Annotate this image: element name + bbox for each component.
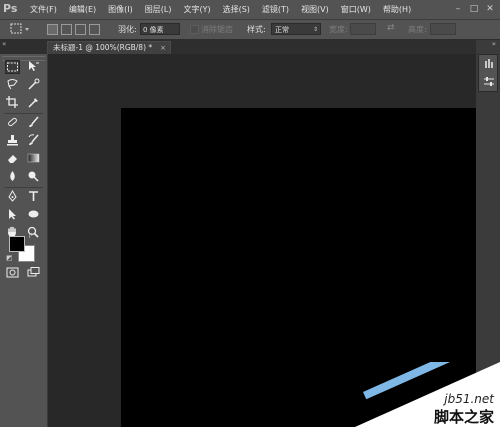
menu-type[interactable]: 文字(Y) (183, 4, 210, 15)
restore-icon[interactable]: □ (466, 2, 482, 16)
new-selection-button[interactable] (47, 24, 58, 35)
swap-colors-icon[interactable]: ↱ (28, 232, 34, 240)
menu-bar: Ps 文件(F) 编辑(E) 图像(I) 图层(L) 文字(Y) 选择(S) 滤… (0, 0, 500, 20)
width-label: 宽度: (329, 25, 348, 34)
tools-panel: ↱ ◩ (0, 54, 48, 427)
app-logo: Ps (3, 2, 18, 15)
crop-icon[interactable] (5, 96, 20, 110)
collapse-toolbar-icon[interactable]: « (2, 40, 6, 48)
menu-layer[interactable]: 图层(L) (145, 4, 172, 15)
close-tab-icon[interactable]: × (160, 42, 166, 54)
document-tab[interactable]: 未标题-1 @ 100%(RGB/8) * × (47, 41, 171, 54)
site-watermark: jb51.net 脚本之家 (355, 362, 500, 427)
menu-filter[interactable]: 滤镜(T) (262, 4, 289, 15)
shape-icon[interactable] (26, 208, 41, 222)
add-selection-button[interactable] (61, 24, 72, 35)
tool-preset-picker[interactable] (10, 23, 30, 35)
options-bar: 羽化: 0 像素 消除锯齿 样式: 正常 ⇕ 宽度: ⇄ 高度: (0, 20, 500, 40)
menu-image[interactable]: 图像(I) (108, 4, 133, 15)
menu-file[interactable]: 文件(F) (30, 4, 57, 15)
marquee-icon[interactable] (5, 60, 20, 74)
menu-window[interactable]: 窗口(W) (341, 4, 371, 15)
swap-dimensions-icon[interactable]: ⇄ (387, 23, 395, 33)
default-colors-icon[interactable]: ◩ (6, 254, 13, 262)
height-input[interactable] (430, 23, 456, 35)
close-icon[interactable]: ✕ (482, 2, 498, 16)
brush-icon[interactable] (26, 116, 41, 130)
width-input[interactable] (350, 23, 376, 35)
healing-brush-icon[interactable] (5, 116, 20, 130)
watermark-site: jb51.net (444, 392, 494, 406)
expand-panels-icon[interactable]: » (492, 40, 496, 48)
toolbar-separator (4, 187, 43, 188)
foreground-color-swatch[interactable] (9, 236, 25, 252)
antialias-label: 消除锯齿 (201, 25, 233, 34)
brush-presets-panel-icon[interactable] (482, 58, 496, 72)
pen-icon[interactable] (5, 190, 20, 204)
subtract-selection-button[interactable] (75, 24, 86, 35)
height-label: 高度: (408, 25, 427, 34)
style-select[interactable]: 正常 ⇕ (271, 23, 321, 35)
eyedropper-icon[interactable] (26, 96, 41, 110)
menu-view[interactable]: 视图(V) (301, 4, 329, 15)
feather-input[interactable]: 0 像素 (140, 23, 180, 35)
panel-icons-group (478, 54, 498, 92)
intersect-selection-button[interactable] (89, 24, 100, 35)
window-controls: – □ ✕ (450, 2, 498, 16)
dodge-icon[interactable] (26, 170, 41, 184)
adjustments-panel-icon[interactable] (482, 76, 496, 90)
menu-help[interactable]: 帮助(H) (383, 4, 411, 15)
document-tab-title: 未标题-1 @ 100%(RGB/8) * (53, 43, 153, 52)
document-tab-bar: « 未标题-1 @ 100%(RGB/8) * × (0, 40, 500, 54)
marquee-preset-icon (10, 23, 29, 34)
menu-select[interactable]: 选择(S) (223, 4, 250, 15)
feather-label: 羽化: (118, 25, 137, 34)
lasso-icon[interactable] (5, 78, 20, 92)
eraser-icon[interactable] (5, 152, 20, 166)
quick-select-icon[interactable] (26, 78, 41, 92)
minimize-icon[interactable]: – (450, 2, 466, 16)
type-icon[interactable] (26, 190, 41, 204)
style-value: 正常 (275, 26, 289, 34)
screen-mode-icon[interactable] (26, 266, 41, 280)
menu-items: 文件(F) 编辑(E) 图像(I) 图层(L) 文字(Y) 选择(S) 滤镜(T… (30, 0, 423, 19)
move-icon[interactable] (26, 60, 41, 74)
quick-mask-icon[interactable] (5, 266, 20, 280)
history-brush-icon[interactable] (26, 134, 41, 148)
style-label: 样式: (247, 25, 266, 34)
path-select-icon[interactable] (5, 208, 20, 222)
menu-edit[interactable]: 编辑(E) (69, 4, 96, 15)
watermark-name: 脚本之家 (433, 408, 494, 426)
chevron-updown-icon: ⇕ (312, 26, 318, 33)
gradient-icon[interactable] (26, 152, 41, 166)
blur-icon[interactable] (5, 170, 20, 184)
clone-stamp-icon[interactable] (5, 134, 20, 148)
toolbar-separator (4, 113, 43, 114)
antialias-checkbox[interactable] (190, 25, 199, 34)
